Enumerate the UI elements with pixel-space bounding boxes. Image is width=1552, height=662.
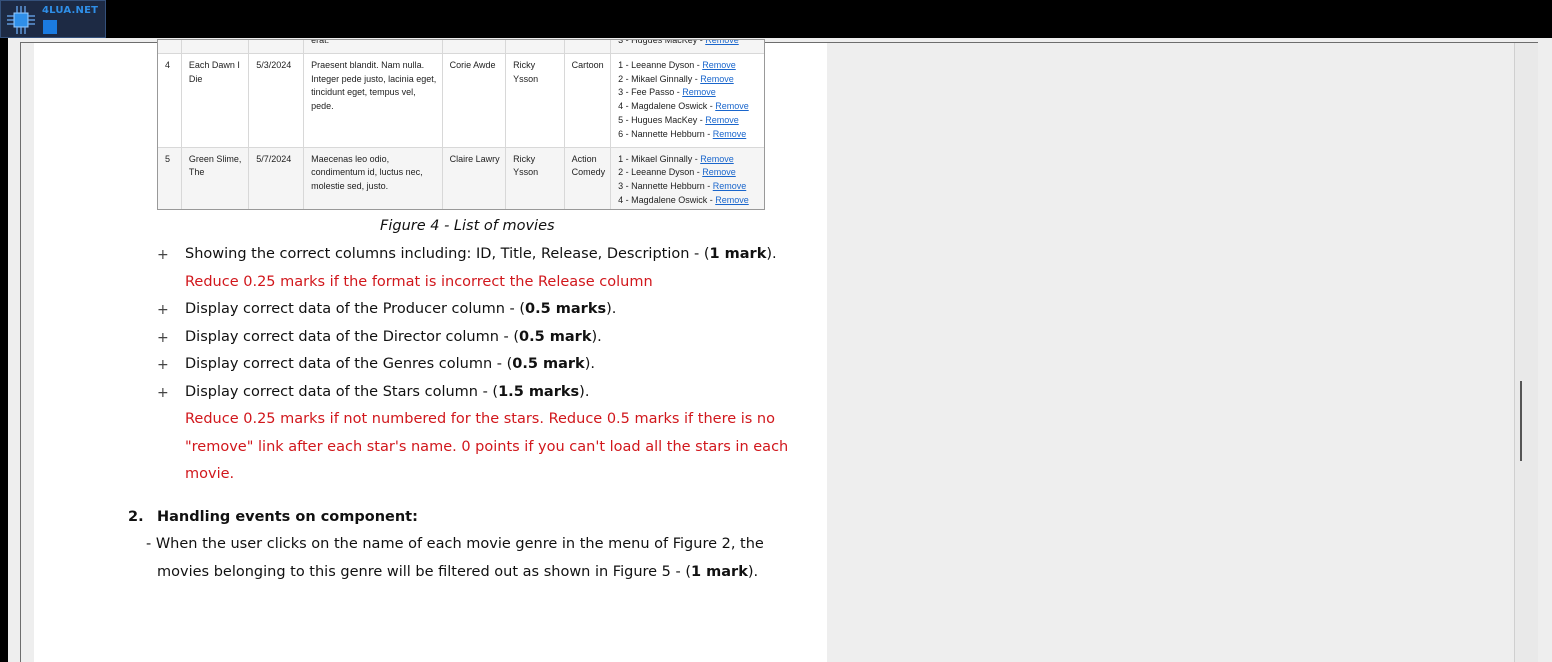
- cell-id: [158, 40, 182, 54]
- bullet-symbol: +: [157, 330, 169, 346]
- cell-producer: [441, 40, 507, 54]
- star-name: 3 - Fee Passo: [618, 87, 675, 98]
- star-item: 2 - Leeanne Dyson - Remove: [618, 166, 759, 180]
- star-separator: -: [692, 153, 701, 164]
- star-item: 4 - Magdalene Oswick - Remove: [618, 100, 759, 114]
- cell-title: Green Slime, The: [180, 146, 250, 209]
- site-logo[interactable]: 4LUA.NET: [0, 0, 106, 38]
- star-name: 2 - Mikael Ginnally: [618, 73, 693, 84]
- section-number: 2.: [128, 509, 144, 525]
- star-item: 4 - Magdalene Oswick - Remove: [618, 194, 759, 208]
- star-item: 3 - Fee Passo - Remove: [618, 86, 759, 100]
- cell-title: Each Dawn I Die: [180, 52, 250, 148]
- logo-badge: [43, 20, 57, 34]
- bullet-director: Display correct data of the Director col…: [185, 329, 602, 345]
- star-name: 3 - Hugues MacKey: [618, 39, 698, 45]
- star-item: 6 - Nannette Hebburn - Remove: [618, 128, 759, 142]
- bullet-symbol: +: [157, 357, 169, 373]
- red-note-stars-3: movie.: [185, 466, 235, 482]
- cell-title: [180, 40, 250, 54]
- star-name: 4 - Magdalene Oswick: [618, 101, 708, 112]
- star-name: 2 - Leeanne Dyson: [618, 167, 695, 178]
- bullet-stars: Display correct data of the Stars column…: [185, 384, 590, 400]
- remove-star-link[interactable]: Remove: [715, 195, 749, 205]
- star-name: 5 - Hugues MacKey: [618, 114, 698, 125]
- section-text-line-2: movies belonging to this genre will be f…: [157, 564, 759, 580]
- cell-director: [505, 40, 565, 54]
- star-item: 5 - Hugues MacKey - Remove: [618, 114, 759, 128]
- star-name: 6 - Nannette Hebburn: [618, 128, 705, 139]
- movies-table: erat. 3 - Hugues MacKey - Remove 4 Each Daw…: [158, 39, 764, 209]
- remove-star-link[interactable]: Remove: [702, 60, 736, 70]
- cell-description: Praesent blandit. Nam nulla. Integer ped…: [303, 52, 443, 148]
- star-name: 3 - Nannette Hebburn: [618, 181, 705, 192]
- figure-caption: Figure 4 - List of movies: [380, 218, 555, 234]
- cell-description: Maecenas leo odio, condimentum id, luctu…: [303, 146, 443, 209]
- star-item: 3 - Nannette Hebburn - Remove: [618, 180, 759, 194]
- cell-director: Ricky Ysson: [505, 52, 565, 148]
- red-note-stars-2: "remove" link after each star's name. 0 …: [185, 439, 789, 455]
- table-row: 4 Each Dawn I Die 5/3/2024 Praesent blandit…: [158, 52, 764, 148]
- bullet-symbol: +: [157, 385, 169, 401]
- red-note-release: Reduce 0.25 marks if the format is incor…: [185, 274, 653, 290]
- vertical-scrollbar[interactable]: [1514, 43, 1538, 662]
- section-title: Handling events on component:: [157, 509, 418, 525]
- cell-director: Ricky Ysson: [505, 146, 565, 209]
- star-item: 3 - Hugues MacKey - Remove: [618, 39, 759, 48]
- remove-star-link[interactable]: Remove: [702, 167, 736, 177]
- bullet-producer: Display correct data of the Producer col…: [185, 301, 617, 317]
- cell-description: erat.: [303, 40, 443, 54]
- cell-genres: [563, 40, 612, 54]
- cell-id: 4: [158, 52, 182, 148]
- star-separator: -: [692, 73, 701, 84]
- remove-star-link[interactable]: Remove: [715, 101, 749, 111]
- remove-star-link[interactable]: Remove: [705, 40, 739, 45]
- star-name: 1 - Mikael Ginnally: [618, 153, 693, 164]
- frame-border-left: [20, 42, 21, 662]
- remove-star-link[interactable]: Remove: [713, 181, 747, 191]
- section-text-line-1: - When the user clicks on the name of ea…: [146, 536, 764, 552]
- cell-stars: 1 - Mikael Ginnally - Remove 2 - Leeanne …: [610, 146, 764, 209]
- bullet-columns: Showing the correct columns including: I…: [185, 246, 777, 262]
- table-row: erat. 3 - Hugues MacKey - Remove: [158, 39, 764, 54]
- top-bar: 4LUA.NET: [0, 0, 1552, 38]
- star-name: 4 - Magdalene Oswick: [618, 194, 708, 205]
- cell-release: [248, 40, 305, 54]
- bullet-symbol: +: [157, 247, 169, 263]
- table-row: 5 Green Slime, The 5/7/2024 Maecenas leo od…: [158, 146, 764, 209]
- star-separator: -: [674, 87, 683, 98]
- logo-text: 4LUA.NET: [42, 5, 99, 16]
- scrollbar-thumb[interactable]: [1520, 381, 1522, 461]
- cell-genres: Action Comedy: [563, 146, 612, 209]
- bullet-symbol: +: [157, 302, 169, 318]
- remove-star-link[interactable]: Remove: [705, 115, 739, 125]
- cell-stars: 1 - Leeanne Dyson - Remove 2 - Mikael Gin…: [610, 52, 764, 148]
- red-note-stars-1: Reduce 0.25 marks if not numbered for th…: [185, 411, 775, 427]
- cell-genres: Cartoon: [563, 52, 612, 148]
- cell-stars: 3 - Hugues MacKey - Remove: [610, 39, 764, 54]
- cell-release: 5/3/2024: [248, 52, 305, 148]
- cell-id: 5: [158, 146, 182, 209]
- remove-star-link[interactable]: Remove: [713, 129, 747, 139]
- cell-producer: Corie Awde: [441, 52, 507, 148]
- remove-star-link[interactable]: Remove: [700, 154, 734, 164]
- star-item: 2 - Mikael Ginnally - Remove: [618, 73, 759, 87]
- cell-release: 5/7/2024: [248, 146, 305, 209]
- star-item: 1 - Mikael Ginnally - Remove: [618, 153, 759, 167]
- bullet-genres: Display correct data of the Genres colum…: [185, 356, 595, 372]
- remove-star-link[interactable]: Remove: [700, 74, 734, 84]
- movies-table-figure: erat. 3 - Hugues MacKey - Remove 4 Each Daw…: [157, 39, 765, 210]
- remove-star-link[interactable]: Remove: [682, 87, 716, 97]
- star-separator: -: [704, 181, 713, 192]
- star-name: 1 - Leeanne Dyson: [618, 59, 695, 70]
- chip-icon: [7, 6, 35, 34]
- star-item: 1 - Leeanne Dyson - Remove: [618, 59, 759, 73]
- cell-producer: Claire Lawry: [441, 146, 507, 209]
- star-separator: -: [704, 128, 713, 139]
